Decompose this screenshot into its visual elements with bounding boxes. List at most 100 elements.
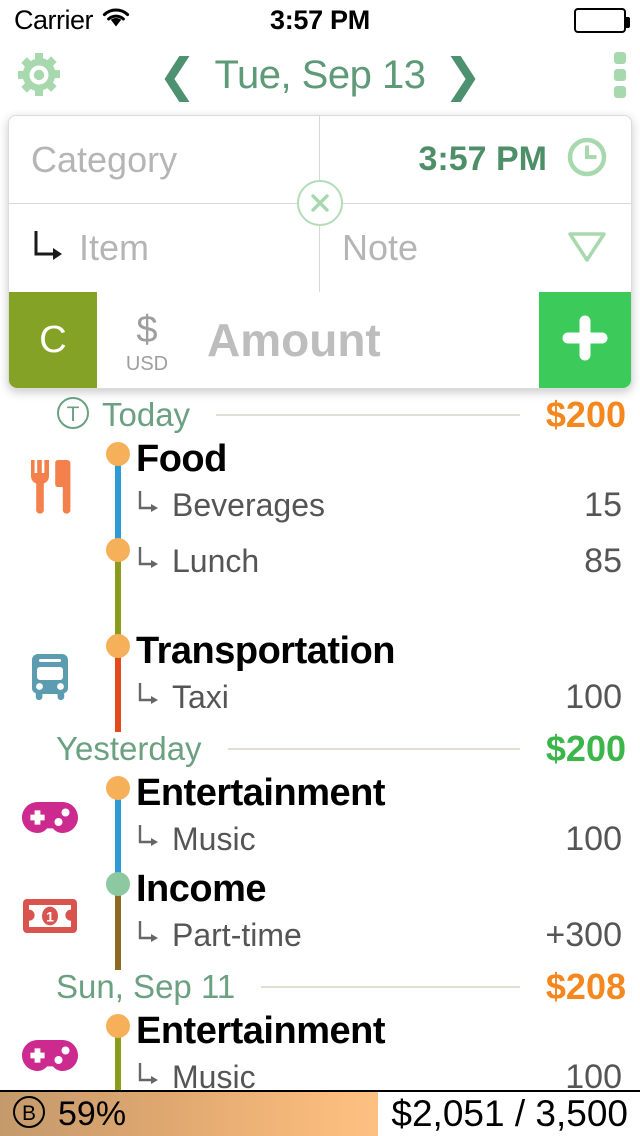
budget-status-bar[interactable]: B 59% $2,051 / 3,500 <box>0 1090 640 1136</box>
day-label: Sun, Sep 11 <box>56 968 236 1005</box>
budget-totals-label: $2,051 / 3,500 <box>391 1093 628 1134</box>
subitem-name: Beverages <box>172 486 325 523</box>
entry-category: Entertainment <box>136 772 385 814</box>
transaction-entry[interactable]: 1 Income Part-time +300 <box>0 868 640 970</box>
day-total: $208 <box>545 966 626 1007</box>
bus-icon <box>0 630 100 726</box>
subitem-name: Part-time <box>172 916 302 953</box>
subitem-name: Taxi <box>172 678 229 715</box>
add-entry-button[interactable] <box>539 292 631 388</box>
subitem-amount: 100 <box>565 819 622 858</box>
gamepad-icon <box>0 772 100 868</box>
subitem-arrow-icon <box>136 680 162 713</box>
timeline-column <box>100 1010 136 1090</box>
plus-icon <box>559 312 611 369</box>
svg-text:T: T <box>67 403 80 426</box>
ios-status-bar: Carrier 3:57 PM <box>0 0 640 40</box>
clear-button[interactable]: C <box>9 292 97 388</box>
time-value: 3:57 PM <box>418 140 548 178</box>
status-bar-right <box>574 7 630 33</box>
clock-icon[interactable] <box>565 135 609 184</box>
transaction-entry[interactable]: Entertainment Music 100 <box>0 772 640 874</box>
category-field[interactable]: Category <box>9 116 320 203</box>
entry-text-column: Income Part-time +300 <box>136 868 640 964</box>
entry-category: Transportation <box>136 630 396 672</box>
food-icon <box>0 438 100 534</box>
battery-full-icon <box>574 7 630 33</box>
day-total: $200 <box>545 728 626 769</box>
day-header: Yesterday $200 <box>0 726 640 772</box>
currency-code: USD <box>125 352 169 375</box>
gear-icon[interactable] <box>14 50 64 100</box>
entry-subitem[interactable]: Part-time +300 <box>136 916 622 955</box>
transaction-entry[interactable]: Entertainment Music 100 <box>0 1010 640 1090</box>
svg-text:B: B <box>22 1102 36 1125</box>
subitem-amount: 100 <box>565 1057 622 1090</box>
day-divider <box>261 986 520 988</box>
timeline-dot <box>106 1014 130 1038</box>
day-header: T Today $200 <box>0 392 640 438</box>
entry-row-category-time: Category 3:57 PM <box>9 116 631 226</box>
entry-text-column: Food Beverages 15 <box>136 438 640 534</box>
budget-left-group: B 59% <box>0 1095 126 1134</box>
close-circle-icon[interactable] <box>297 180 343 226</box>
day-header: Sun, Sep 11 $208 <box>0 964 640 1010</box>
timeline-column <box>100 868 136 970</box>
entry-text-column: Entertainment Music 100 <box>136 772 640 868</box>
budget-badge-icon: B <box>12 1095 46 1134</box>
amount-entry-row: C $ USD Amount <box>9 292 631 388</box>
note-field[interactable]: Note <box>320 204 631 292</box>
svg-text:1: 1 <box>46 909 54 925</box>
amount-input[interactable]: Amount <box>197 292 539 388</box>
currency-selector[interactable]: $ USD <box>97 292 197 388</box>
timeline-dot <box>106 634 130 658</box>
triangle-down-icon[interactable] <box>565 226 609 271</box>
subitem-arrow-icon <box>136 822 162 855</box>
kebab-dot <box>614 52 626 64</box>
today-badge-icon: T <box>56 396 90 435</box>
entry-text-column: Transportation Taxi 100 <box>136 630 640 726</box>
day-divider <box>227 748 520 750</box>
entry-subitem[interactable]: Beverages 15 <box>136 486 622 525</box>
transaction-entry[interactable]: Transportation Taxi 100 <box>0 630 640 732</box>
date-navigator: ❮ Tue, Sep 13 ❯ <box>0 52 640 98</box>
subitem-name: Lunch <box>172 543 260 579</box>
subitem-arrow-icon <box>136 544 162 577</box>
time-field[interactable]: 3:57 PM <box>320 116 631 203</box>
timeline-column <box>100 772 136 874</box>
subitem-arrow-icon <box>136 918 162 951</box>
timeline-column <box>100 630 136 732</box>
subitem-amount: 15 <box>584 485 622 524</box>
navigation-bar: ❮ Tue, Sep 13 ❯ <box>0 40 640 110</box>
transaction-entry[interactable]: Food Beverages 15 <box>0 438 640 540</box>
entry-subitem[interactable]: Lunch 85 <box>136 542 622 581</box>
entry-category: Food <box>136 438 227 480</box>
entry-category: Entertainment <box>136 1010 385 1052</box>
timeline-dot <box>106 776 130 800</box>
page-title[interactable]: Tue, Sep 13 <box>215 53 426 98</box>
day-divider <box>216 414 520 416</box>
entry-subitem[interactable]: Music 100 <box>136 820 622 859</box>
category-placeholder: Category <box>31 138 178 180</box>
currency-symbol: $ <box>136 308 158 351</box>
timeline-column <box>100 438 136 540</box>
subitem-name: Music <box>172 1058 256 1090</box>
chevron-right-icon[interactable]: ❯ <box>443 52 482 98</box>
timeline-dot <box>106 538 130 562</box>
kebab-menu-icon[interactable] <box>614 52 626 98</box>
chevron-left-icon[interactable]: ❮ <box>158 52 197 98</box>
entry-subitem[interactable]: Music 100 <box>136 1058 622 1090</box>
entry-subitem[interactable]: Taxi 100 <box>136 678 622 717</box>
subitem-arrow-icon <box>136 488 162 521</box>
timeline-column <box>100 534 136 636</box>
transaction-entry[interactable]: Lunch 85 <box>0 534 640 636</box>
day-label: Yesterday <box>56 730 202 767</box>
day-label: Today <box>102 396 191 433</box>
new-entry-card: Category 3:57 PM Item Note C $ USD Amoun… <box>8 115 632 389</box>
subitem-amount: +300 <box>545 915 622 954</box>
amount-placeholder: Amount <box>207 314 381 366</box>
item-field[interactable]: Item <box>9 204 320 292</box>
subitem-amount: 100 <box>565 677 622 716</box>
transaction-list[interactable]: T Today $200 Food Beverages 15 Lunch 85 Transpor… <box>0 392 640 1090</box>
subitem-arrow-icon <box>136 1060 162 1090</box>
